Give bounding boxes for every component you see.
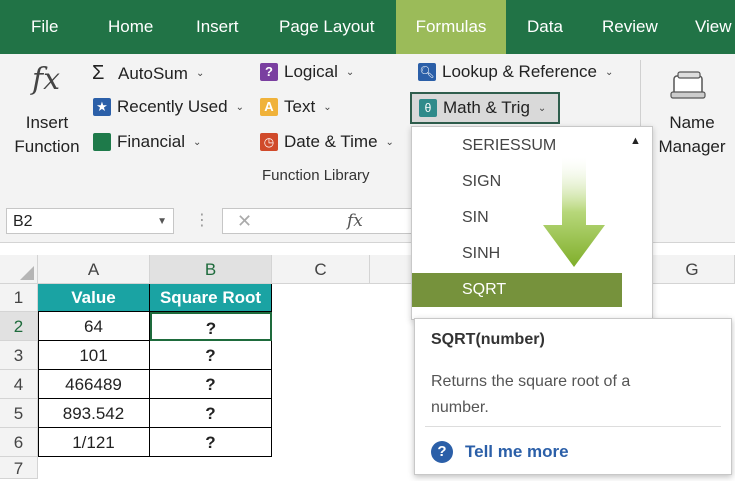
logical-label: Logical [284,62,338,81]
tooltip-title: SQRT(number) [431,331,545,348]
column-header-b[interactable]: B [150,255,272,284]
text-label: Text [284,97,316,116]
chevron-down-icon: ⌄ [195,68,205,79]
financial-label: Financial [117,132,186,151]
tab-page-layout[interactable]: Page Layout [279,0,374,54]
theta-icon: θ [419,99,437,117]
help-icon: ? [431,441,453,463]
star-icon: ★ [93,98,111,116]
cancel-icon[interactable]: ✕ [237,209,252,233]
math-trig-dropdown: SERIESSUM SIGN SIN SINH SQRT ▲ [411,126,653,320]
table-cell-value[interactable]: 64 [38,312,150,341]
table-cell-result[interactable]: ? [150,370,272,399]
name-manager-label-2: Manager [658,137,726,156]
table-cell-value[interactable]: 101 [38,341,150,370]
chevron-down-icon: ⌄ [345,66,355,78]
select-all-corner[interactable] [0,255,38,284]
row-header-6[interactable]: 6 [0,428,38,457]
row-header-3[interactable]: 3 [0,341,38,370]
scroll-up-arrow-icon[interactable]: ▲ [630,135,641,147]
date-time-label: Date & Time [284,132,378,151]
table-cell-result[interactable]: ? [150,428,272,457]
logical-button[interactable]: ? Logical ⌄ [260,62,354,82]
row-header-5[interactable]: 5 [0,399,38,428]
insert-function-button[interactable]: fx Insert Function [12,58,82,188]
tell-me-more-label: Tell me more [465,442,569,461]
ribbon-tab-bar: File Home Insert Page Layout Formulas Da… [0,0,735,54]
date-time-button[interactable]: ◷ Date & Time ⌄ [260,132,394,152]
column-header-d[interactable] [370,255,412,284]
chevron-down-icon: ⌄ [235,101,244,113]
fx-icon[interactable]: fx [347,209,363,233]
lookup-label: Lookup & Reference [442,62,597,81]
chevron-down-icon: ⌄ [605,66,614,78]
name-manager-button[interactable]: Name Manager [652,58,732,168]
tab-data[interactable]: Data [527,0,563,54]
name-manager-label-1: Name [669,113,715,132]
clock-icon: ◷ [260,133,278,151]
tab-file[interactable]: File [31,0,58,54]
table-cell-value[interactable]: 1/121 [38,428,150,457]
chevron-down-icon: ⌄ [193,136,202,148]
chevron-down-icon[interactable]: ▼ [157,209,167,235]
table-cell-result-selected[interactable]: ? [150,312,272,341]
column-header-g[interactable]: G [650,255,735,284]
select-all-triangle-icon [20,266,34,280]
row-header-4[interactable]: 4 [0,370,38,399]
table-header-value[interactable]: Value [38,284,150,312]
sigma-icon: Σ [92,62,105,84]
table-cell-value[interactable]: 893.542 [38,399,150,428]
tab-formulas[interactable]: Formulas [396,0,506,54]
function-library-group-label: Function Library [262,167,370,184]
dropdown-item-sqrt[interactable]: SQRT [412,273,622,307]
financial-book-icon [93,133,111,151]
math-trig-button[interactable]: θ Math & Trig ⌄ [410,92,560,124]
table-cell-result[interactable]: ? [150,399,272,428]
table-cell-value[interactable]: 466489 [38,370,150,399]
row-header-1[interactable]: 1 [0,284,38,312]
fx-icon: fx [32,62,61,97]
column-header-c[interactable]: C [272,255,370,284]
tooltip-description: Returns the square root of a number. [431,373,631,416]
recently-used-button[interactable]: ★ Recently Used ⌄ [93,97,244,117]
name-manager-icon [670,71,706,99]
tab-view[interactable]: View [695,0,732,54]
magnifier-icon: 🔍︎ [418,63,436,81]
tab-review[interactable]: Review [602,0,658,54]
text-a-icon: A [260,98,278,116]
formula-input[interactable]: ✕ fx [222,208,422,234]
recently-used-label: Recently Used [117,97,228,116]
autosum-button[interactable]: Σ AutoSum ⌄ [92,62,204,85]
chevron-down-icon: ⌄ [323,101,332,113]
chevron-down-icon: ⌄ [385,136,394,148]
insert-function-label-1: Insert [25,113,69,132]
math-trig-label: Math & Trig [443,98,530,117]
row-header-2[interactable]: 2 [0,312,38,341]
tooltip-divider [425,426,721,427]
tab-insert[interactable]: Insert [196,0,239,54]
chevron-down-icon: ⌄ [537,102,547,114]
financial-button[interactable]: Financial ⌄ [93,132,201,152]
question-book-icon: ? [260,63,278,81]
tell-me-more-link[interactable]: ? Tell me more [431,441,569,463]
more-options-icon: ⋮ [194,212,210,229]
down-arrow-icon [543,157,605,267]
text-button[interactable]: A Text ⌄ [260,97,332,117]
column-header-a[interactable]: A [38,255,150,284]
tab-home[interactable]: Home [108,0,153,54]
name-box[interactable]: B2 ▼ [6,208,174,234]
name-box-value: B2 [13,213,33,230]
lookup-reference-button[interactable]: 🔍︎ Lookup & Reference ⌄ [418,62,613,82]
function-tooltip: SQRT(number) Returns the square root of … [414,318,732,475]
row-header-7[interactable]: 7 [0,457,38,479]
table-header-square-root[interactable]: Square Root [150,284,272,312]
table-cell-result[interactable]: ? [150,341,272,370]
autosum-label: AutoSum [118,63,188,83]
insert-function-label-2: Function [14,137,80,156]
